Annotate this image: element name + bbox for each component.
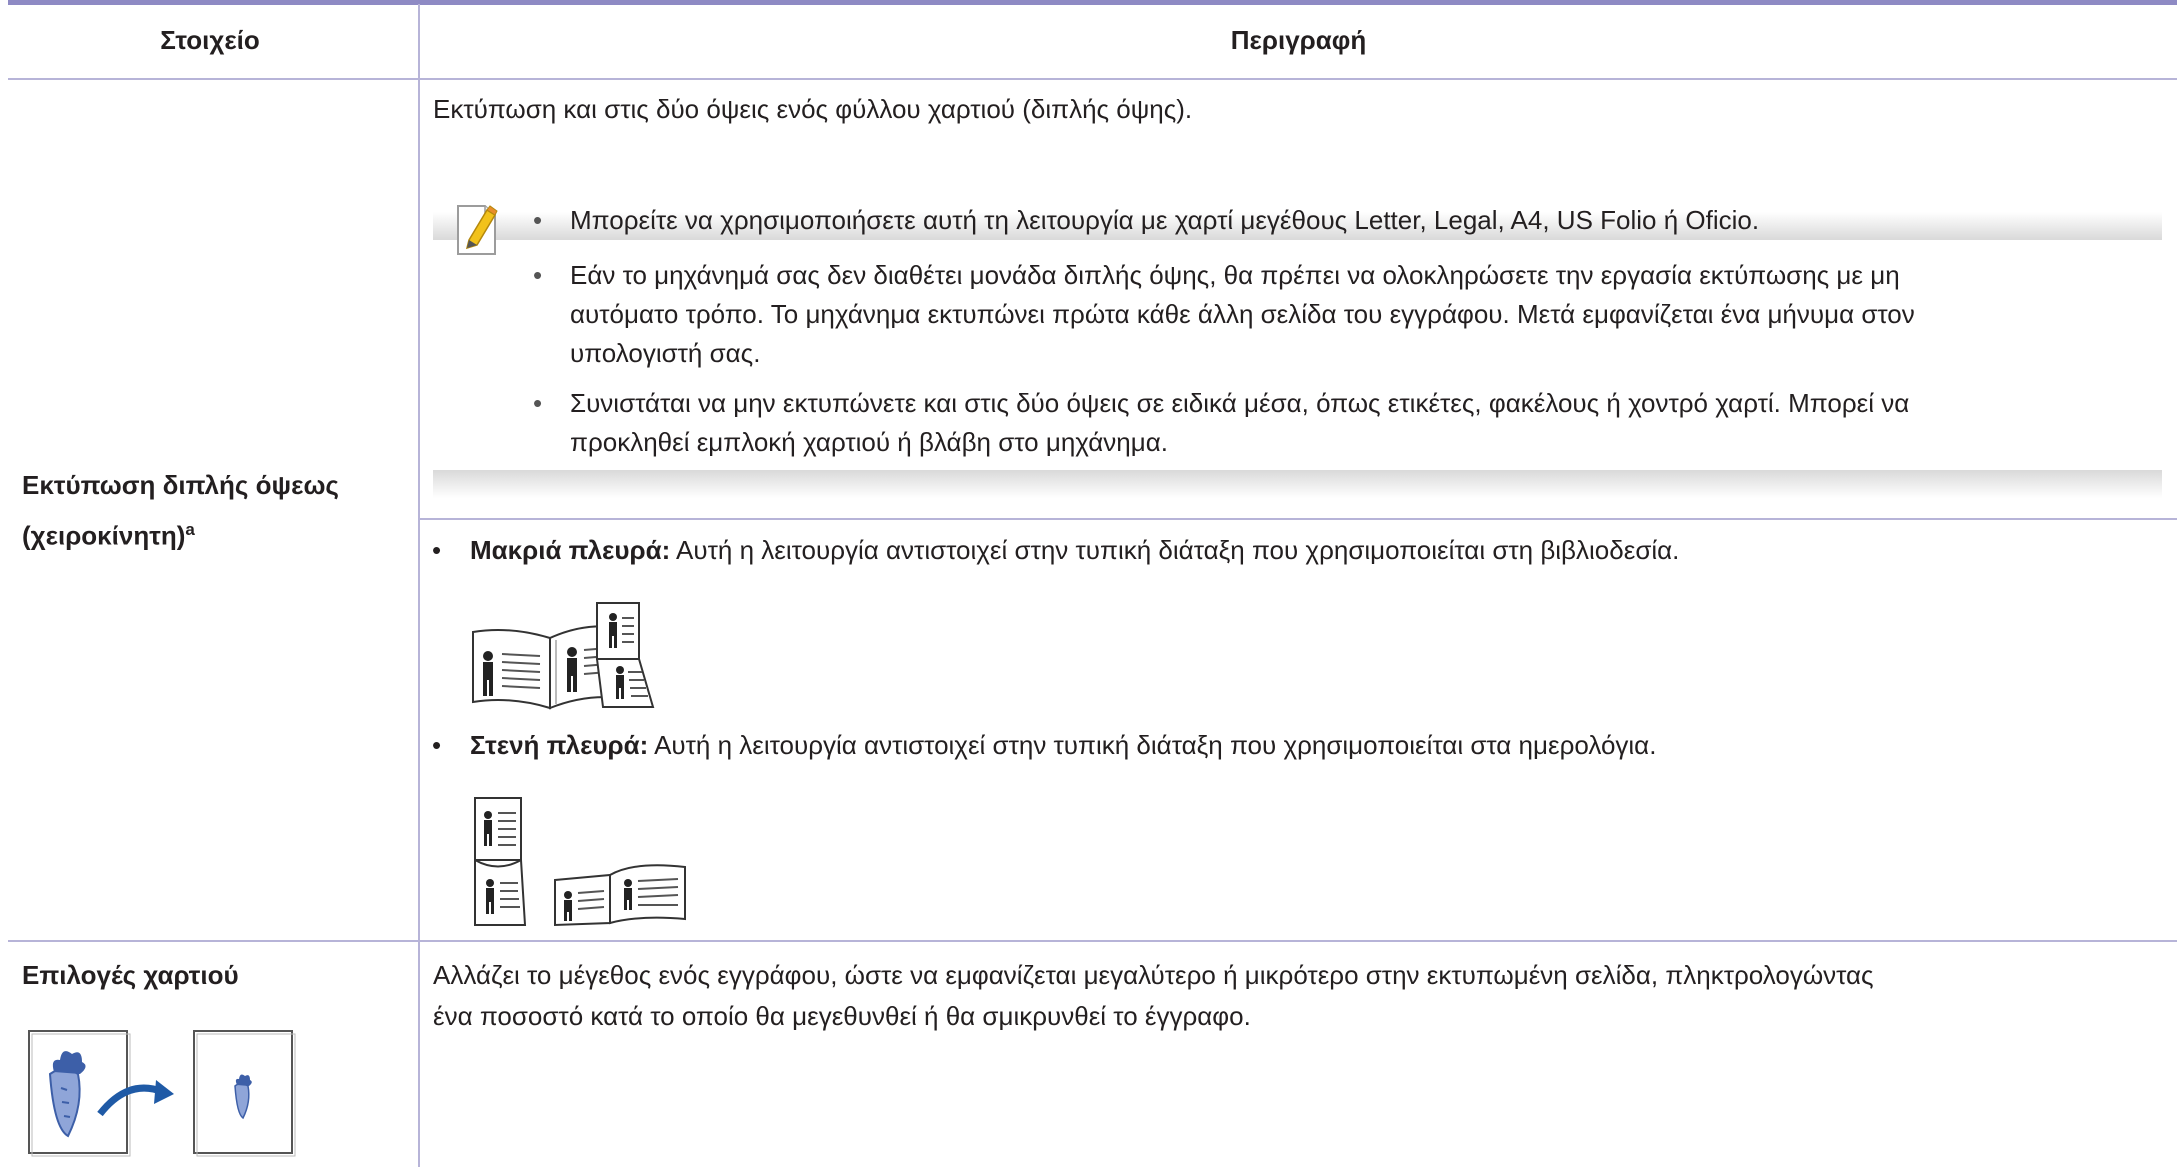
note-3-line-1: Συνιστάται να μην εκτυπώνετε και στις δύ… (570, 388, 1910, 418)
header-bottom-rule (8, 78, 2177, 80)
long-edge-text: Αυτή η λειτουργία αντιστοιχεί στην τυπικ… (670, 535, 1680, 565)
note-1-line-1: Μπορείτε να χρησιμοποιήσετε αυτή τη λειτ… (570, 205, 1760, 235)
long-edge-term: Μακριά πλευρά: (470, 535, 671, 565)
reduce-enlarge-carrot-icon (28, 1028, 298, 1158)
long-edge-binding-icon (470, 600, 690, 710)
table-top-rule (8, 0, 2177, 5)
short-edge-bullet: • (432, 730, 442, 760)
column-divider (418, 4, 420, 1167)
row2-desc-line2: ένα ποσοστό κατά το οποίο θα μεγεθυνθεί … (433, 1001, 1251, 1031)
row-divider-notes (420, 518, 2177, 520)
row2-label: Επιλογές χαρτιού (22, 960, 239, 990)
note-3-line-2: προκληθεί εμπλοκή χαρτιού ή βλάβη στο μη… (570, 427, 1168, 457)
long-edge-bullet: • (432, 535, 442, 565)
note-bullet-2: • (533, 260, 543, 290)
header-description: Περιγραφή (1230, 25, 1367, 55)
short-edge-term: Στενή πλευρά: (470, 730, 649, 760)
short-edge-item: Στενή πλευρά: Αυτή η λειτουργία αντιστοι… (470, 725, 1656, 765)
duplex-intro: Εκτύπωση και στις δύο όψεις ενός φύλλου … (433, 94, 1193, 124)
footnote-marker: a (185, 520, 195, 539)
note-2-line-1: Εάν το μηχάνημά σας δεν διαθέτει μονάδα … (570, 260, 1900, 290)
note-pencil-icon (455, 200, 501, 258)
note-2-line-3: υπολογιστή σας. (570, 338, 761, 368)
long-edge-item: Μακριά πλευρά: Αυτή η λειτουργία αντιστο… (470, 530, 1679, 570)
note-bullet-3: • (533, 388, 543, 418)
header-item: Στοιχείο (160, 25, 260, 55)
row1-label-line2: (χειροκίνητη)a (22, 510, 195, 556)
note-2-line-2: αυτόματο τρόπο. Το μηχάνημα εκτυπώνει πρ… (570, 299, 1915, 329)
row1-label-line1: Εκτύπωση διπλής όψεως (22, 470, 339, 500)
row2-desc-line1: Αλλάζει το μέγεθος ενός εγγράφου, ώστε ν… (433, 960, 1874, 990)
note-bottom-band (433, 470, 2162, 498)
short-edge-text: Αυτή η λειτουργία αντιστοιχεί στην τυπικ… (648, 730, 1657, 760)
note-bullet-1: • (533, 205, 543, 235)
short-edge-binding-icon (470, 795, 690, 930)
row-divider-1 (8, 940, 2177, 942)
row1-label-text: (χειροκίνητη) (22, 520, 186, 551)
